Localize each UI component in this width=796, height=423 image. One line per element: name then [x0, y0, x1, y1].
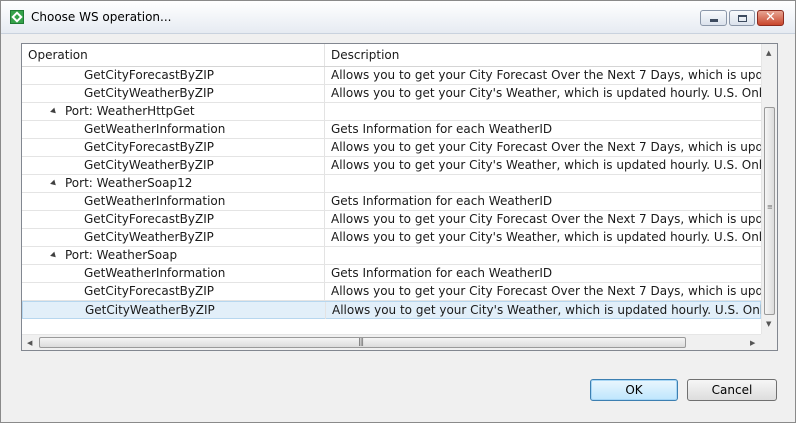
column-header-operation[interactable]: Operation	[22, 44, 325, 66]
description-cell	[325, 175, 761, 192]
operation-cell: GetWeatherInformation	[22, 265, 325, 282]
minimize-icon	[710, 19, 718, 22]
tree-port-row[interactable]: Port: WeatherSoap12	[22, 175, 761, 193]
operation-name: GetCityForecastByZIP	[84, 284, 215, 298]
operation-name: GetCityForecastByZIP	[84, 212, 215, 226]
cancel-button[interactable]: Cancel	[687, 379, 777, 401]
maximize-icon	[738, 15, 747, 22]
vertical-scroll-thumb[interactable]: ≡	[764, 107, 775, 315]
table-row[interactable]: GetWeatherInformation Gets Information fo…	[22, 121, 761, 139]
table-row[interactable]: GetCityWeatherByZIP Allows you to get you…	[22, 157, 761, 175]
operation-name: GetCityForecastByZIP	[84, 68, 215, 82]
table-row[interactable]: GetCityWeatherByZIP Allows you to get you…	[22, 301, 761, 319]
port-label: Port: WeatherSoap12	[65, 176, 193, 190]
horizontal-scrollbar[interactable]: ◀ ||| ▶	[22, 334, 761, 350]
operation-name: GetWeatherInformation	[84, 122, 226, 136]
description-cell: Allows you to get your City Forecast Ove…	[331, 140, 761, 154]
operation-name: GetCityWeatherByZIP	[84, 86, 214, 100]
description-cell: Allows you to get your City's Weather, w…	[331, 230, 761, 244]
scrollbar-corner	[761, 334, 777, 350]
description-cell: Gets Information for each WeatherID	[331, 266, 553, 280]
description-cell: Allows you to get your City Forecast Ove…	[331, 212, 761, 226]
operation-cell: GetCityForecastByZIP	[22, 139, 325, 156]
operation-cell: Port: WeatherSoap	[22, 247, 325, 264]
scroll-up-icon[interactable]: ▲	[766, 49, 771, 57]
operation-name: GetWeatherInformation	[84, 266, 226, 280]
port-label: Port: WeatherHttpGet	[65, 104, 195, 118]
operation-name: GetWeatherInformation	[84, 194, 226, 208]
window-title: Choose WS operation...	[31, 10, 172, 24]
ok-button[interactable]: OK	[590, 379, 678, 401]
description-cell	[325, 247, 761, 264]
tree-port-row[interactable]: Port: WeatherHttpGet	[22, 103, 761, 121]
description-cell: Allows you to get your City Forecast Ove…	[331, 68, 761, 82]
scroll-down-icon[interactable]: ▼	[766, 320, 771, 328]
grip-icon: ≡	[767, 203, 773, 211]
operation-cell: Port: WeatherHttpGet	[22, 103, 325, 120]
operation-name: GetCityWeatherByZIP	[85, 303, 215, 317]
description-cell: Allows you to get your City's Weather, w…	[331, 158, 761, 172]
app-icon	[10, 10, 24, 24]
vertical-scrollbar[interactable]: ▲ ≡ ▼	[761, 44, 777, 334]
table-header: Operation Description	[22, 44, 761, 67]
table-row[interactable]: GetCityForecastByZIP Allows you to get yo…	[22, 283, 761, 301]
minimize-button[interactable]	[700, 10, 727, 26]
operation-name: GetCityWeatherByZIP	[84, 230, 214, 244]
horizontal-scroll-thumb[interactable]: |||	[39, 337, 686, 348]
expanded-triangle-icon[interactable]	[50, 107, 58, 116]
operation-name: GetCityForecastByZIP	[84, 140, 215, 154]
table-row[interactable]: GetCityWeatherByZIP Allows you to get you…	[22, 229, 761, 247]
tree-port-row[interactable]: Port: WeatherSoap	[22, 247, 761, 265]
table-row[interactable]: GetCityForecastByZIP Allows you to get yo…	[22, 139, 761, 157]
table-row[interactable]: GetWeatherInformation Gets Information fo…	[22, 265, 761, 283]
expanded-triangle-icon[interactable]	[50, 179, 58, 188]
operation-cell: GetCityWeatherByZIP	[22, 229, 325, 246]
operation-cell: GetCityWeatherByZIP	[22, 85, 325, 102]
grip-icon: |||	[358, 337, 364, 346]
table-row[interactable]: GetCityWeatherByZIP Allows you to get you…	[22, 85, 761, 103]
column-header-description[interactable]: Description	[325, 44, 761, 66]
dialog-window: Choose WS operation... ✕ Operation Descr…	[0, 0, 796, 423]
table-row[interactable]: GetCityForecastByZIP Allows you to get yo…	[22, 67, 761, 85]
operation-cell: GetWeatherInformation	[22, 121, 325, 138]
maximize-button[interactable]	[729, 10, 755, 26]
operation-cell: GetCityForecastByZIP	[22, 211, 325, 228]
description-cell: Allows you to get your City Forecast Ove…	[331, 284, 761, 298]
close-icon: ✕	[765, 10, 776, 25]
operation-name: GetCityWeatherByZIP	[84, 158, 214, 172]
table-row[interactable]: GetCityForecastByZIP Allows you to get yo…	[22, 211, 761, 229]
close-button[interactable]: ✕	[757, 10, 784, 26]
operations-table[interactable]: Operation Description GetCityForecastByZ…	[21, 43, 778, 351]
description-cell	[325, 103, 761, 120]
description-cell: Gets Information for each WeatherID	[331, 194, 553, 208]
description-cell: Allows you to get your City's Weather, w…	[332, 303, 761, 317]
operation-cell: GetWeatherInformation	[22, 193, 325, 210]
operation-cell: GetCityForecastByZIP	[22, 67, 325, 84]
scroll-right-icon[interactable]: ▶	[750, 339, 755, 347]
operation-cell: GetCityForecastByZIP	[22, 283, 325, 300]
table-row[interactable]: GetWeatherInformation Gets Information fo…	[22, 193, 761, 211]
operation-cell: Port: WeatherSoap12	[22, 175, 325, 192]
scroll-left-icon[interactable]: ◀	[27, 339, 32, 347]
port-label: Port: WeatherSoap	[65, 248, 178, 262]
operation-cell: GetCityWeatherByZIP	[22, 157, 325, 174]
operation-cell: GetCityWeatherByZIP	[23, 302, 326, 319]
description-cell: Gets Information for each WeatherID	[331, 122, 553, 136]
table-body: GetCityForecastByZIP Allows you to get yo…	[22, 67, 761, 335]
title-bar[interactable]: Choose WS operation... ✕	[1, 1, 795, 34]
expanded-triangle-icon[interactable]	[50, 251, 58, 260]
description-cell: Allows you to get your City's Weather, w…	[331, 86, 761, 100]
